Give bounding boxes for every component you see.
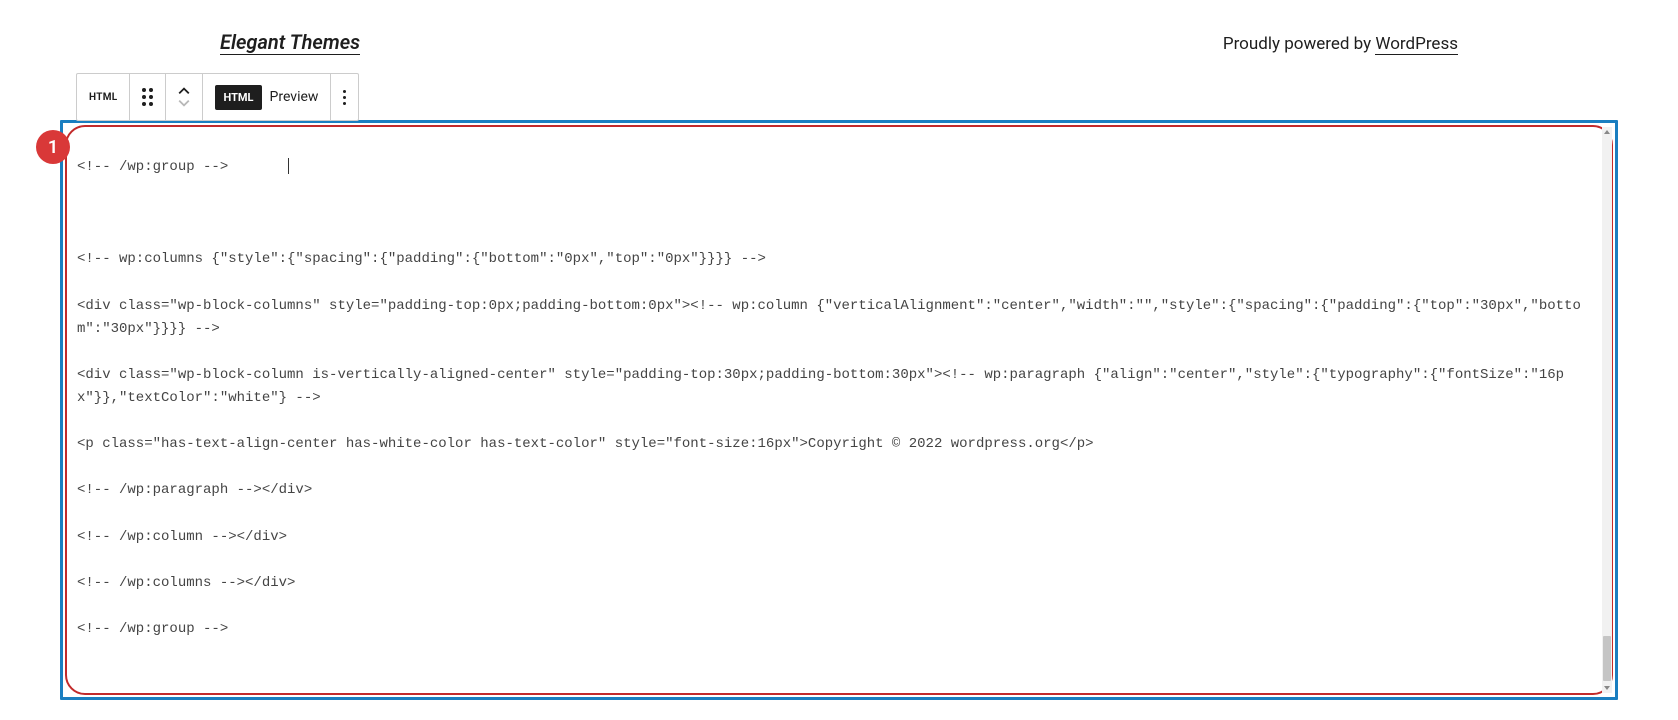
- code-line: <div class="wp-block-column is-verticall…: [77, 364, 1601, 410]
- code-line: <!-- /wp:column --></div>: [77, 526, 1601, 549]
- triangle-up-icon: [1603, 128, 1611, 136]
- tab-preview[interactable]: Preview: [270, 89, 319, 105]
- site-link-elegant-themes[interactable]: Elegant Themes: [220, 30, 360, 55]
- editor-wrapper: 1 <!-- /wp:group --> <!-- wp:columns {"s…: [60, 120, 1618, 700]
- move-controls: [166, 74, 203, 120]
- code-line: <!-- /wp:group -->: [77, 156, 1601, 179]
- code-line: <!-- /wp:columns --></div>: [77, 572, 1601, 595]
- scroll-down-button[interactable]: [1602, 683, 1612, 693]
- scrollbar-track[interactable]: [1602, 127, 1612, 693]
- block-type-label: HTML: [89, 92, 117, 103]
- chevron-up-icon[interactable]: [178, 86, 190, 96]
- html-block-selected[interactable]: <!-- /wp:group --> <!-- wp:columns {"sty…: [60, 120, 1618, 700]
- more-options-icon: [343, 90, 346, 105]
- html-code-editor[interactable]: <!-- /wp:group --> <!-- wp:columns {"sty…: [65, 125, 1613, 695]
- text-cursor-icon: [288, 158, 289, 174]
- block-type-indicator[interactable]: HTML: [77, 74, 130, 120]
- drag-handle[interactable]: [130, 74, 166, 120]
- powered-by-prefix: Proudly powered by: [1223, 34, 1376, 54]
- tab-html[interactable]: HTML: [215, 85, 261, 110]
- code-line: <div class="wp-block-columns" style="pad…: [77, 295, 1601, 341]
- annotation-marker-1: 1: [36, 130, 70, 164]
- powered-by-text: Proudly powered by WordPress: [1223, 34, 1458, 54]
- view-tabs: HTML Preview: [203, 74, 331, 120]
- code-line: <p class="has-text-align-center has-whit…: [77, 433, 1601, 456]
- code-line: <!-- wp:columns {"style":{"spacing":{"pa…: [77, 248, 1601, 271]
- drag-handle-icon: [142, 88, 153, 106]
- triangle-down-icon: [1603, 684, 1611, 692]
- code-line: <!-- /wp:paragraph --></div>: [77, 479, 1601, 502]
- wordpress-link[interactable]: WordPress: [1375, 34, 1458, 55]
- code-blank-line: [77, 202, 1601, 225]
- block-toolbar: HTML HTML Preview: [76, 73, 359, 121]
- scroll-up-button[interactable]: [1602, 127, 1612, 137]
- header-row: Elegant Themes Proudly powered by WordPr…: [60, 20, 1618, 65]
- scrollbar-thumb[interactable]: [1603, 636, 1611, 681]
- chevron-down-icon[interactable]: [178, 98, 190, 108]
- more-options-button[interactable]: [331, 74, 358, 120]
- code-line: <!-- /wp:group -->: [77, 618, 1601, 641]
